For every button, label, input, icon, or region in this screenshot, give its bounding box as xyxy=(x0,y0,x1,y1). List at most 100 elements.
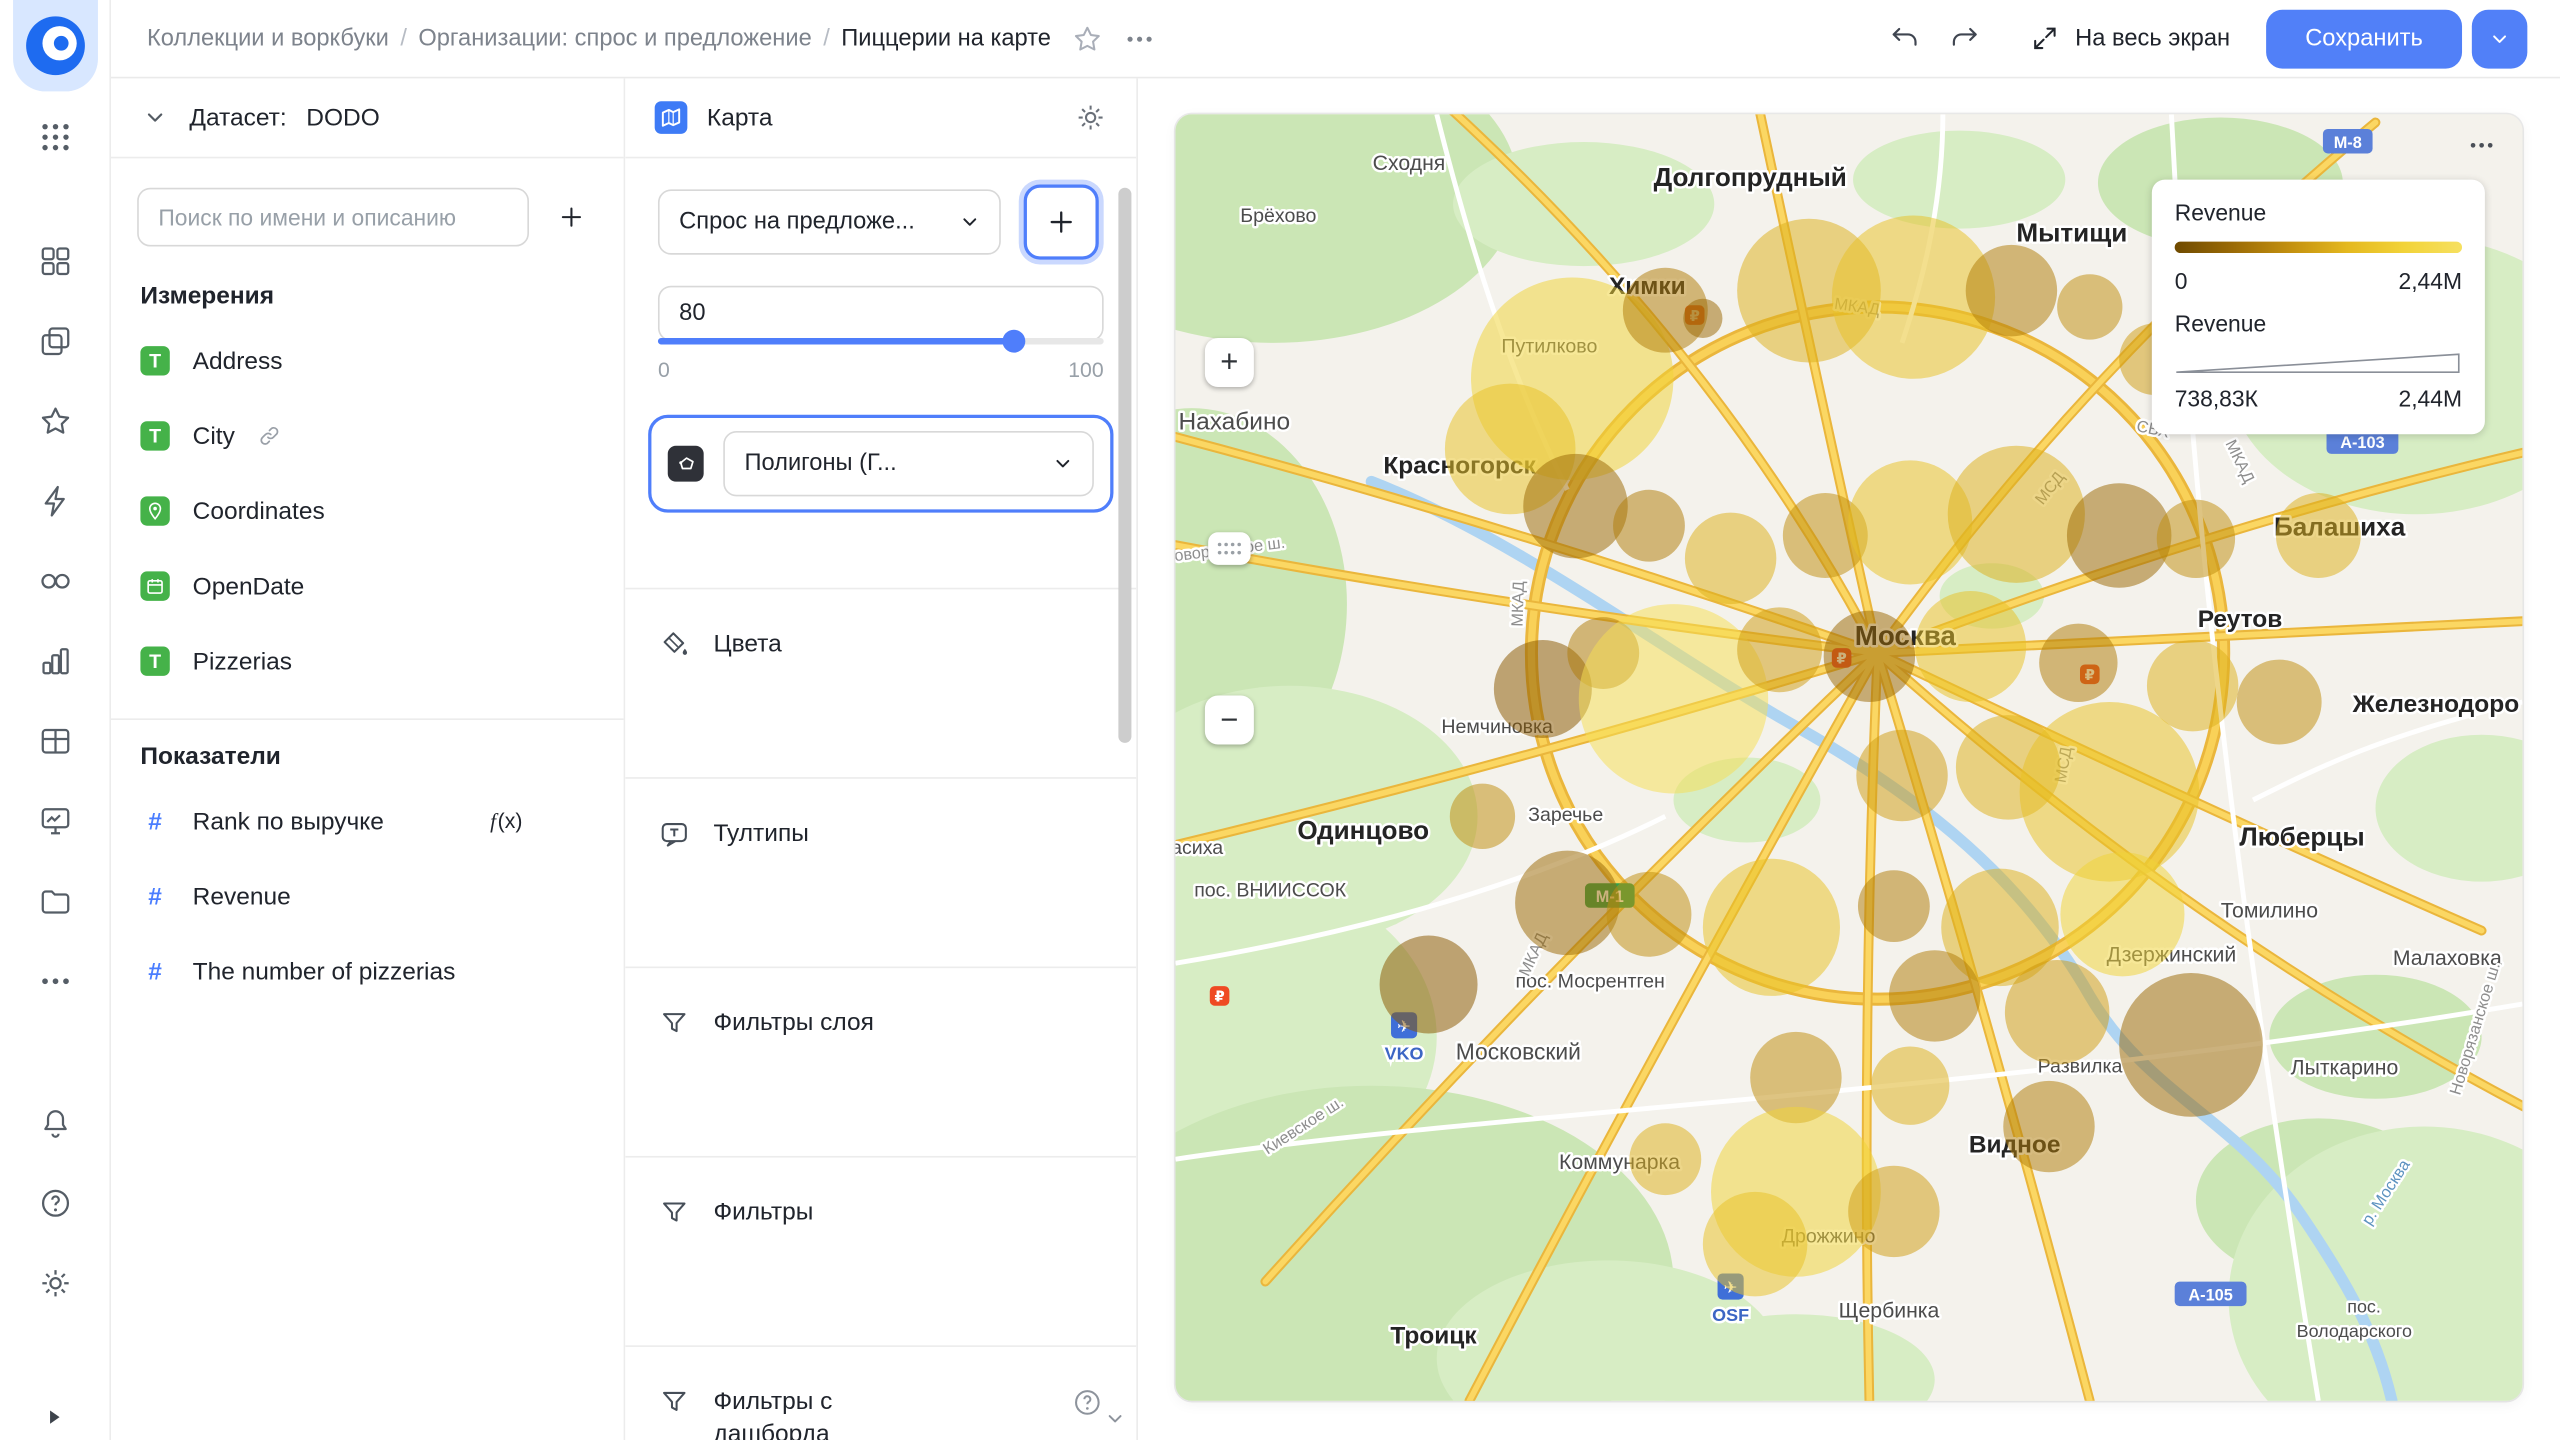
revenue-bubble[interactable] xyxy=(1888,950,1981,1042)
dimension-field-opendate[interactable]: OpenDate xyxy=(111,549,624,624)
revenue-bubble[interactable] xyxy=(2039,623,2118,703)
rail-more-button[interactable] xyxy=(30,962,79,1001)
revenue-bubble[interactable] xyxy=(1823,610,1916,703)
layer-select[interactable]: Спрос на предложе... xyxy=(657,189,1001,255)
breadcrumb-link[interactable]: Организации: спрос и предложение xyxy=(418,25,811,51)
rail-apps-button[interactable] xyxy=(30,118,79,157)
save-button[interactable]: Сохранить xyxy=(2266,8,2463,68)
more-actions-button[interactable] xyxy=(1123,22,1156,55)
revenue-bubble[interactable] xyxy=(2275,493,2361,578)
datalens-logo[interactable] xyxy=(12,0,98,92)
section-layer-filters[interactable]: Фильтры слоя xyxy=(625,966,1137,1156)
revenue-bubble[interactable] xyxy=(1629,1123,1702,1196)
revenue-bubble[interactable] xyxy=(2004,959,2110,1065)
map-more-button[interactable] xyxy=(2457,127,2506,163)
rail-charts-button[interactable] xyxy=(30,642,79,681)
section-tooltips[interactable]: Тултипы xyxy=(625,777,1137,966)
chart-type-title: Карта xyxy=(706,103,773,132)
rail-datasets-button[interactable] xyxy=(30,722,79,761)
rail-dashboards-button[interactable] xyxy=(30,802,79,841)
dimension-field-pizzerias[interactable]: T Pizzerias xyxy=(111,624,624,699)
opacity-slider-handle[interactable] xyxy=(1003,329,1026,353)
rail-editor-button[interactable] xyxy=(30,482,79,521)
panel-scrollbar[interactable] xyxy=(1118,187,1132,743)
revenue-bubble[interactable] xyxy=(1848,1165,1940,1258)
revenue-bubble[interactable] xyxy=(1515,850,1620,956)
map-place-label: Заречье xyxy=(1528,804,1603,826)
rail-workbooks-button[interactable] xyxy=(30,242,79,281)
collapse-chevron-icon[interactable] xyxy=(140,103,169,132)
opacity-value-box[interactable]: 80 xyxy=(657,285,1104,342)
rail-connections-button[interactable] xyxy=(30,882,79,921)
map-place-label: Мытищи xyxy=(2016,218,2127,248)
measure-field-rank-по-выручке[interactable]: # Rank по выручке f (x) xyxy=(111,784,624,859)
measure-field-revenue[interactable]: # Revenue xyxy=(111,859,624,934)
scroll-down-chevron-icon[interactable] xyxy=(1102,1406,1128,1432)
save-menu-button[interactable] xyxy=(2471,8,2528,68)
section-dashboard-filters[interactable]: Фильтры с дашборда xyxy=(625,1345,1137,1440)
redo-icon xyxy=(1948,22,1981,55)
revenue-bubble[interactable] xyxy=(2057,274,2123,340)
breadcrumb-link[interactable]: Коллекции и воркбуки xyxy=(147,25,389,51)
layers-icon xyxy=(37,323,73,359)
revenue-bubble[interactable] xyxy=(1737,607,1823,693)
field-search-input[interactable] xyxy=(137,187,529,247)
fullscreen-button[interactable]: На весь экран xyxy=(2029,23,2230,54)
revenue-bubble[interactable] xyxy=(1683,298,1723,338)
revenue-bubble[interactable] xyxy=(1449,783,1516,849)
revenue-bubble[interactable] xyxy=(2236,659,2322,745)
rail-monitoring-button[interactable] xyxy=(30,562,79,601)
revenue-bubble[interactable] xyxy=(1947,445,2085,583)
revenue-bubble[interactable] xyxy=(2156,499,2236,578)
revenue-bubble[interactable] xyxy=(1915,591,2027,703)
revenue-bubble[interactable] xyxy=(1702,1191,1808,1297)
help-icon[interactable] xyxy=(1071,1386,1104,1419)
dimension-field-address[interactable]: T Address xyxy=(111,323,624,398)
dimension-field-coordinates[interactable]: Coordinates xyxy=(111,473,624,548)
rail-settings-button[interactable] xyxy=(30,1264,79,1303)
revenue-bubble[interactable] xyxy=(1606,871,1692,957)
revenue-bubble[interactable] xyxy=(1578,604,1769,794)
undo-button[interactable] xyxy=(1889,22,1922,55)
measure-field-the-number-of-pizzerias[interactable]: # The number of pizzerias xyxy=(111,934,624,1009)
zoom-out-button[interactable]: − xyxy=(1204,695,1254,745)
dataset-name[interactable]: DODO xyxy=(306,104,379,132)
revenue-bubble[interactable] xyxy=(1379,935,1478,1034)
dataset-panel-header: Датасет: DODO xyxy=(111,78,624,159)
add-field-button[interactable] xyxy=(545,191,597,243)
map-place-label: пос. ВНИИССОК xyxy=(1194,879,1347,901)
revenue-bubble[interactable] xyxy=(1965,244,2058,337)
revenue-bubble[interactable] xyxy=(2119,973,2263,1117)
ellipsis-icon xyxy=(2467,129,2496,162)
favorite-star-button[interactable] xyxy=(1071,22,1104,55)
formula-badge: f (x) xyxy=(490,808,523,833)
revenue-bubble[interactable] xyxy=(1856,729,1948,822)
revenue-bubble[interactable] xyxy=(2003,1080,2095,1173)
rail-notifications-button[interactable] xyxy=(30,1104,79,1143)
revenue-bubble[interactable] xyxy=(1871,1046,1950,1125)
revenue-bubble[interactable] xyxy=(2066,483,2172,588)
revenue-bubble[interactable] xyxy=(1613,489,1685,562)
revenue-bubble[interactable] xyxy=(2146,639,2239,732)
section-colors[interactable]: Цвета xyxy=(625,587,1137,777)
revenue-bubble[interactable] xyxy=(1857,870,1930,943)
redo-button[interactable] xyxy=(1948,22,1981,55)
section-filters[interactable]: Фильтры xyxy=(625,1155,1137,1345)
zoom-drag-handle[interactable] xyxy=(1208,532,1251,565)
rail-expand-button[interactable] xyxy=(39,1406,68,1432)
monitor-icon xyxy=(37,803,73,839)
geometry-select[interactable]: Полигоны (Г... xyxy=(723,431,1094,497)
rail-help-button[interactable] xyxy=(30,1184,79,1223)
revenue-bubble[interactable] xyxy=(1523,453,1628,559)
add-layer-button[interactable] xyxy=(1023,184,1099,260)
rail-collections-button[interactable] xyxy=(30,322,79,361)
zoom-in-button[interactable]: + xyxy=(1204,337,1254,387)
revenue-bubble[interactable] xyxy=(1702,858,1840,996)
revenue-bubble[interactable] xyxy=(2060,852,2185,977)
revenue-bubble[interactable] xyxy=(1684,512,1777,605)
rail-favorites-button[interactable] xyxy=(30,402,79,441)
chart-settings-button[interactable] xyxy=(1074,101,1107,134)
opacity-slider-track[interactable] xyxy=(657,329,1104,353)
plus-icon xyxy=(557,202,586,231)
dimension-field-city[interactable]: T City xyxy=(111,398,624,473)
